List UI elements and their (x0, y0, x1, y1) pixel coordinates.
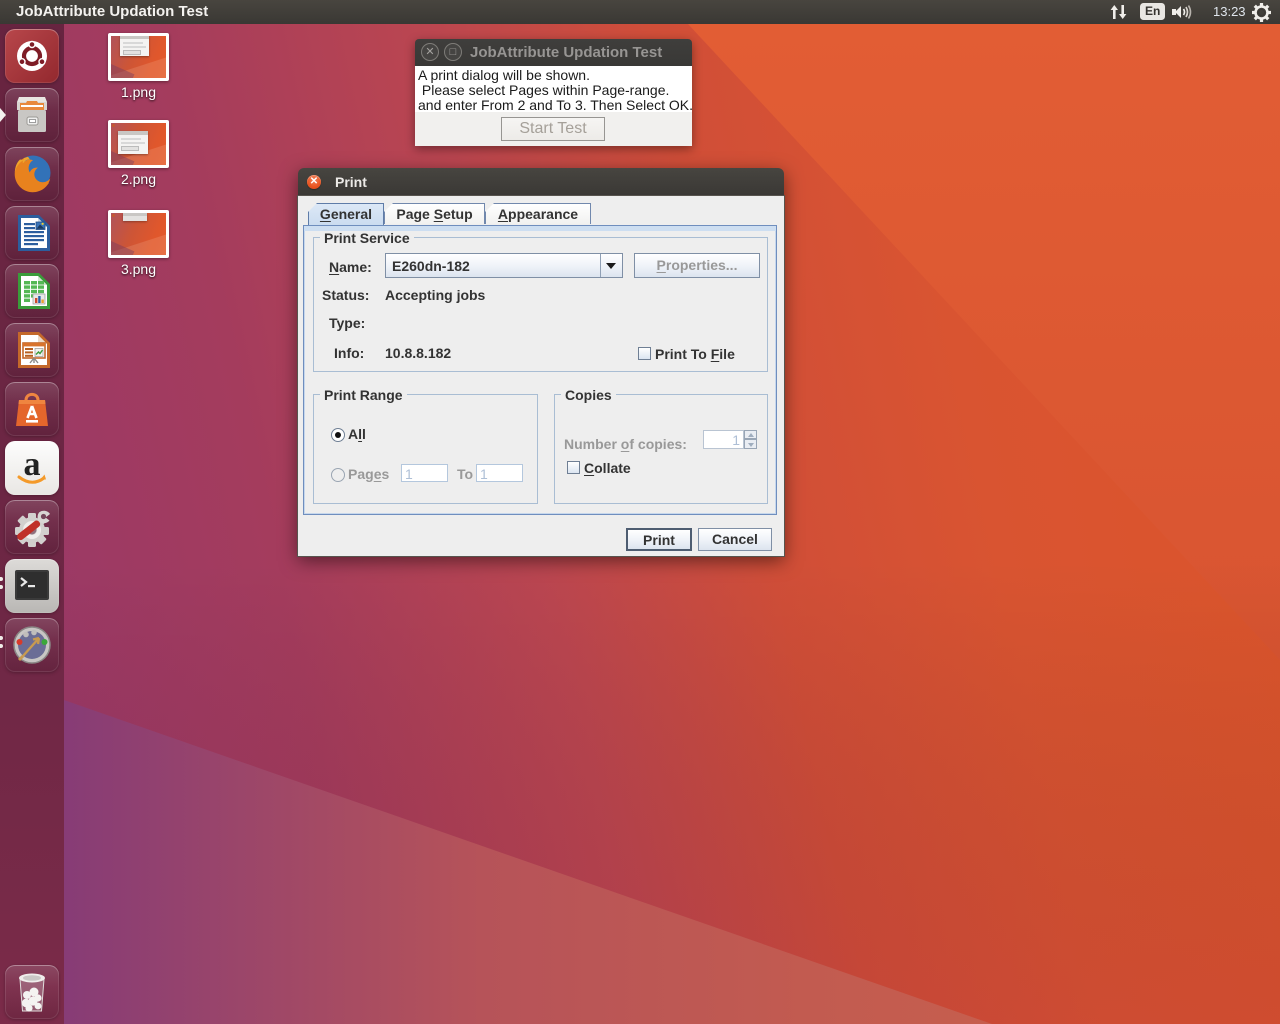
svg-text:a: a (24, 446, 41, 483)
